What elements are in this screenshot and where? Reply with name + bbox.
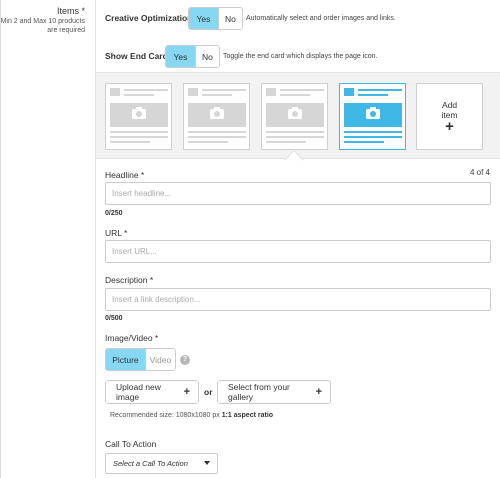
creative-optimization-hint: Automatically select and order images an… bbox=[246, 15, 396, 22]
plus-icon: + bbox=[183, 386, 190, 398]
upload-new-image-label: Upload new image bbox=[116, 382, 161, 402]
upload-new-image-button[interactable]: Upload new image + bbox=[105, 380, 199, 404]
end-card-hint: Toggle the end card which displays the p… bbox=[223, 53, 378, 60]
recommended-size: Recommended size: 1080x1080 px 1:1 aspec… bbox=[110, 412, 273, 419]
description-label: Description * bbox=[105, 275, 154, 285]
call-to-action-select[interactable]: Select a Call To Action bbox=[105, 453, 218, 474]
media-type-video[interactable]: Video bbox=[144, 349, 175, 370]
select-from-gallery-label: Select from your gallery bbox=[228, 382, 290, 402]
url-input[interactable] bbox=[105, 240, 491, 263]
plus-icon: + bbox=[315, 386, 322, 398]
headline-input[interactable] bbox=[105, 182, 491, 205]
media-type-toggle[interactable]: Picture Video bbox=[105, 348, 176, 371]
creative-optimization-toggle[interactable]: Yes No bbox=[188, 7, 243, 30]
carousel-card[interactable] bbox=[261, 83, 328, 150]
or-separator: or bbox=[204, 387, 213, 397]
end-card-no[interactable]: No bbox=[194, 46, 219, 67]
url-label: URL * bbox=[105, 228, 128, 238]
headline-char-counter: 0/250 bbox=[105, 210, 123, 217]
item-position: 4 of 4 bbox=[469, 168, 490, 177]
carousel-card[interactable] bbox=[105, 83, 172, 150]
add-item-label-line1: Add bbox=[441, 99, 458, 110]
camera-icon bbox=[210, 107, 224, 119]
end-card-toggle[interactable]: Yes No bbox=[165, 45, 220, 68]
description-input[interactable] bbox=[105, 288, 491, 311]
help-icon[interactable]: ? bbox=[180, 355, 190, 365]
creative-optimization-label: Creative Optimization bbox=[105, 13, 193, 23]
headline-label: Headline * bbox=[105, 170, 145, 180]
call-to-action-label: Call To Action bbox=[105, 439, 157, 449]
select-from-gallery-button[interactable]: Select from your gallery + bbox=[217, 380, 331, 404]
add-item-button[interactable]: Add item + bbox=[416, 83, 483, 150]
end-card-label: Show End Card bbox=[105, 51, 168, 61]
carousel-card-selected[interactable] bbox=[339, 83, 406, 150]
items-title: Items * bbox=[56, 6, 85, 16]
plus-icon: + bbox=[445, 117, 454, 135]
creative-optimization-no[interactable]: No bbox=[217, 8, 242, 29]
carousel-card[interactable] bbox=[183, 83, 250, 150]
camera-icon bbox=[132, 107, 146, 119]
items-sidebar-label: Items * Min 2 and Max 10 products are re… bbox=[1, 0, 96, 478]
creative-optimization-yes[interactable]: Yes bbox=[189, 8, 218, 29]
call-to-action-placeholder: Select a Call To Action bbox=[113, 459, 188, 468]
media-label: Image/Video * bbox=[105, 333, 159, 343]
item-form-panel bbox=[96, 158, 500, 478]
description-char-counter: 0/500 bbox=[105, 315, 123, 322]
media-type-picture[interactable]: Picture bbox=[106, 349, 145, 370]
end-card-yes[interactable]: Yes bbox=[166, 46, 195, 67]
camera-icon bbox=[366, 107, 380, 119]
recommended-size-text: Recommended size: 1080x1080 px bbox=[110, 412, 220, 419]
items-requirement: Min 2 and Max 10 products are required bbox=[0, 18, 85, 34]
recommended-ratio: 1:1 aspect ratio bbox=[221, 412, 274, 419]
camera-icon bbox=[288, 107, 302, 119]
chevron-down-icon bbox=[204, 461, 210, 465]
ad-items-editor: Items * Min 2 and Max 10 products are re… bbox=[0, 0, 500, 478]
